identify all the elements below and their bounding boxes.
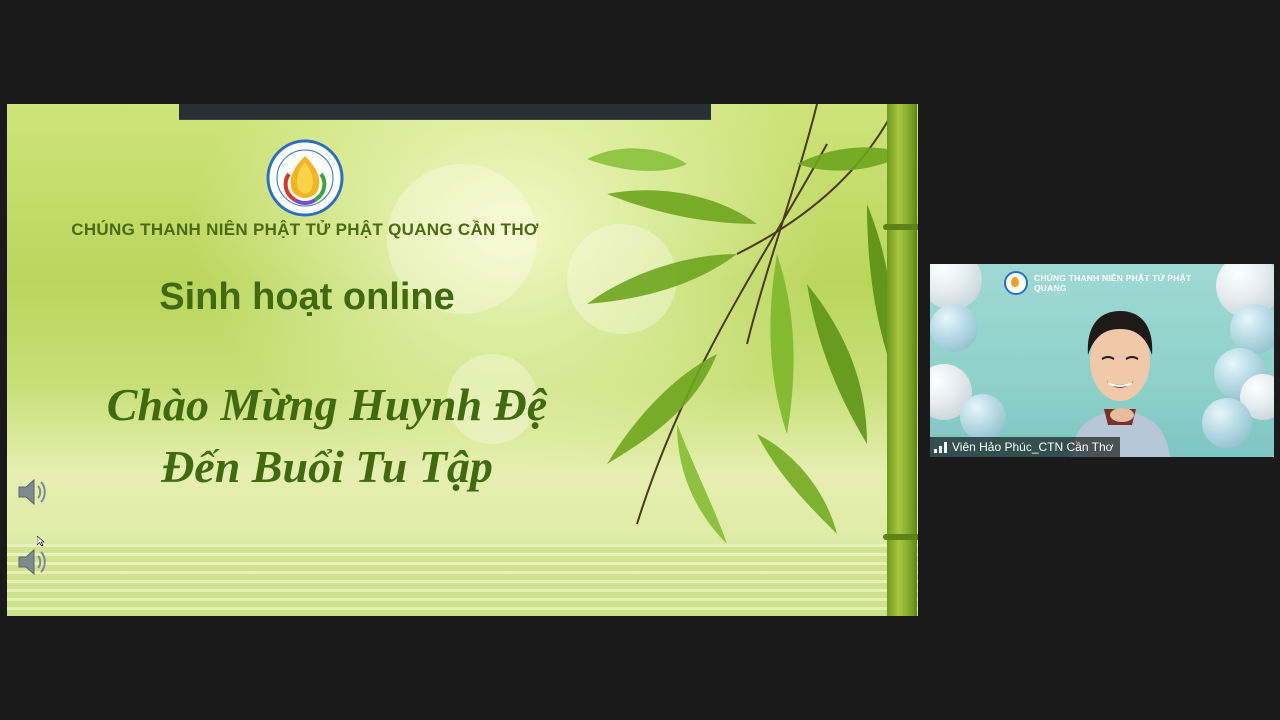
- slide-heading: Sinh hoạt online: [159, 276, 455, 318]
- bamboo-node: [883, 534, 918, 540]
- signal-bars-icon: [934, 441, 947, 453]
- speaker-icon[interactable]: [15, 544, 51, 580]
- bamboo-node: [883, 224, 918, 230]
- bamboo-leaves-decoration: [587, 104, 907, 544]
- balloon: [1230, 304, 1274, 354]
- screen-share-view[interactable]: CHÚNG THANH NIÊN PHẬT TỬ PHẬT QUANG CẦN …: [7, 104, 918, 616]
- welcome-line-2: Đến Buổi Tu Tập: [161, 441, 493, 492]
- participant-name: Viên Hảo Phúc_CTN Cần Thơ: [952, 440, 1114, 454]
- speaker-icon[interactable]: [15, 474, 51, 510]
- participant-name-label: Viên Hảo Phúc_CTN Cần Thơ: [930, 437, 1120, 457]
- balloon: [1202, 398, 1252, 448]
- buddhist-youth-logo-icon: [266, 139, 344, 217]
- welcome-message: Chào Mừng Huynh Đệ Đến Buổi Tu Tập: [27, 374, 627, 498]
- balloon: [930, 304, 978, 352]
- buddhist-youth-logo-icon: [1004, 271, 1028, 295]
- mouse-cursor-icon: [37, 536, 45, 546]
- organization-title: CHÚNG THANH NIÊN PHẬT TỬ PHẬT QUANG CẦN …: [71, 220, 539, 239]
- welcome-line-1: Chào Mừng Huynh Đệ: [106, 379, 548, 430]
- participant-person: [1070, 311, 1170, 457]
- participant-video-tile[interactable]: CHÚNG THANH NIÊN PHẬT TỬ PHẬT QUANG Viên…: [930, 264, 1274, 457]
- balloon: [960, 394, 1006, 440]
- share-top-bar[interactable]: [179, 104, 711, 120]
